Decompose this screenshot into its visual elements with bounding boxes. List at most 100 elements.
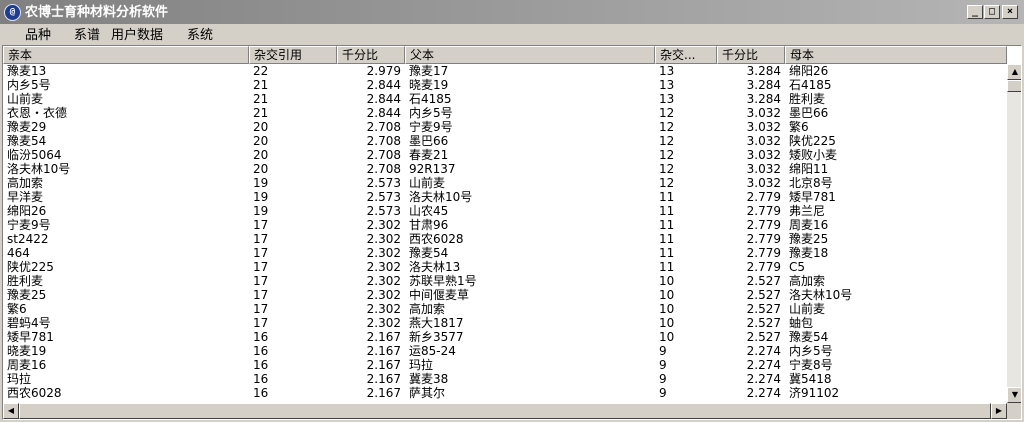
- cell-mother: 绵阳26: [789, 64, 829, 78]
- table-row[interactable]: 绵阳26 19 2.573 山农45 11 2.779 弗兰尼: [3, 204, 1007, 218]
- cell-permille: 2.708: [366, 162, 401, 176]
- cell-father-cross-count: 12: [659, 162, 675, 176]
- cell-father: 高加索: [409, 302, 446, 316]
- cell-permille: 2.167: [366, 372, 401, 386]
- table-row[interactable]: 内乡5号 21 2.844 晓麦19 13 3.284 石4185: [3, 78, 1007, 92]
- cell-father-permille: 3.032: [746, 176, 781, 190]
- cell-permille: 2.302: [366, 260, 401, 274]
- cell-cross-count: 20: [253, 120, 269, 134]
- scroll-up-icon[interactable]: ▲: [1007, 64, 1021, 80]
- cell-father: 92R137: [409, 162, 456, 176]
- cell-father-permille: 2.274: [746, 372, 781, 386]
- cell-father-cross-count: 9: [659, 372, 667, 386]
- horizontal-scrollbar[interactable]: ◀ ▶: [3, 403, 1007, 419]
- table-row[interactable]: 豫麦29 20 2.708 宁麦9号 12 3.032 繁6: [3, 120, 1007, 134]
- cell-father-permille: 2.527: [746, 274, 781, 288]
- cell-parent: 豫麦13: [7, 64, 47, 78]
- close-button[interactable]: ×: [1002, 5, 1018, 19]
- table-row[interactable]: 豫麦25 17 2.302 中间偃麦草 10 2.527 洛夫林10号: [3, 288, 1007, 302]
- cell-cross-count: 16: [253, 386, 269, 400]
- maximize-button[interactable]: □: [984, 5, 1000, 19]
- cell-father: 宁麦9号: [409, 120, 453, 134]
- app-icon[interactable]: @: [4, 4, 21, 21]
- table-row[interactable]: 豫麦54 20 2.708 墨巴66 12 3.032 陕优225: [3, 134, 1007, 148]
- scroll-right-icon[interactable]: ▶: [991, 403, 1007, 419]
- menu-bar: 品种 系谱 用户数据 系统: [0, 25, 1024, 46]
- cell-mother: 山前麦: [789, 302, 826, 316]
- menu-user-data[interactable]: 用户数据: [111, 28, 163, 44]
- cell-permille: 2.844: [366, 106, 401, 120]
- cell-cross-count: 19: [253, 176, 269, 190]
- cell-parent: 洛夫林10号: [7, 162, 71, 176]
- cell-cross-count: 20: [253, 162, 269, 176]
- table-row[interactable]: 临汾5064 20 2.708 春麦21 12 3.032 矮败小麦: [3, 148, 1007, 162]
- cell-permille: 2.708: [366, 120, 401, 134]
- column-header-parent[interactable]: 亲本: [3, 46, 249, 64]
- cell-cross-count: 21: [253, 106, 269, 120]
- column-header-cross-count[interactable]: 杂交引用: [249, 46, 337, 64]
- menu-varieties[interactable]: 品种: [25, 28, 51, 44]
- column-header-father[interactable]: 父本: [405, 46, 655, 64]
- column-header-mother[interactable]: 母本: [785, 46, 1007, 64]
- table-row[interactable]: 宁麦9号 17 2.302 甘肃96 11 2.779 周麦16: [3, 218, 1007, 232]
- title-bar[interactable]: @ 农博士育种材料分析软件 _ □ ×: [0, 0, 1024, 25]
- table-row[interactable]: 胜利麦 17 2.302 苏联早熟1号 10 2.527 高加索: [3, 274, 1007, 288]
- table-row[interactable]: st2422 17 2.302 西农6028 11 2.779 豫麦25: [3, 232, 1007, 246]
- cell-father-cross-count: 9: [659, 386, 667, 400]
- column-header-permille[interactable]: 千分比: [337, 46, 405, 64]
- table-row[interactable]: 西农6028 16 2.167 萨其尔 9 2.274 济91102: [3, 386, 1007, 400]
- scroll-left-icon[interactable]: ◀: [3, 403, 19, 419]
- table-row[interactable]: 陕优225 17 2.302 洛夫林13 11 2.779 C5: [3, 260, 1007, 274]
- vertical-scroll-thumb[interactable]: [1007, 80, 1021, 92]
- scrollbar-corner: [1007, 403, 1021, 419]
- cell-mother: 蚰包: [789, 316, 814, 330]
- column-header-father-cross-count[interactable]: 杂交...: [655, 46, 717, 64]
- table-row[interactable]: 山前麦 21 2.844 石4185 13 3.284 胜利麦: [3, 92, 1007, 106]
- cell-permille: 2.302: [366, 246, 401, 260]
- grid-header: 亲本 杂交引用 千分比 父本 杂交... 千分比 母本: [3, 46, 1007, 64]
- cell-father: 新乡3577: [409, 330, 464, 344]
- scroll-down-icon[interactable]: ▼: [1007, 387, 1021, 403]
- cell-father-cross-count: 12: [659, 176, 675, 190]
- cell-mother: 高加索: [789, 274, 826, 288]
- cell-mother: 宁麦8号: [789, 358, 833, 372]
- menu-pedigree[interactable]: 系谱: [74, 28, 100, 44]
- table-row[interactable]: 早洋麦 19 2.573 洛夫林10号 11 2.779 矮早781: [3, 190, 1007, 204]
- table-row[interactable]: 周麦16 16 2.167 玛拉 9 2.274 宁麦8号: [3, 358, 1007, 372]
- vertical-scrollbar[interactable]: ▲ ▼: [1007, 64, 1021, 403]
- cell-father-cross-count: 13: [659, 92, 675, 106]
- table-row[interactable]: 碧蚂4号 17 2.302 燕大1817 10 2.527 蚰包: [3, 316, 1007, 330]
- horizontal-scroll-thumb[interactable]: [19, 403, 991, 419]
- cell-permille: 2.708: [366, 134, 401, 148]
- cell-parent: 陕优225: [7, 260, 54, 274]
- cell-parent: 胜利麦: [7, 274, 44, 288]
- cell-father: 运85-24: [409, 344, 456, 358]
- table-row[interactable]: 玛拉 16 2.167 冀麦38 9 2.274 冀5418: [3, 372, 1007, 386]
- cell-father: 洛夫林10号: [409, 190, 473, 204]
- cell-father: 冀麦38: [409, 372, 449, 386]
- column-header-father-permille[interactable]: 千分比: [717, 46, 785, 64]
- cell-parent: 西农6028: [7, 386, 62, 400]
- cell-parent: 玛拉: [7, 372, 32, 386]
- cell-parent: 早洋麦: [7, 190, 44, 204]
- table-row[interactable]: 高加索 19 2.573 山前麦 12 3.032 北京8号: [3, 176, 1007, 190]
- cell-father-permille: 2.779: [746, 246, 781, 260]
- table-row[interactable]: 矮早781 16 2.167 新乡3577 10 2.527 豫麦54: [3, 330, 1007, 344]
- table-row[interactable]: 衣恩・衣德 21 2.844 内乡5号 12 3.032 墨巴66: [3, 106, 1007, 120]
- cell-mother: 豫麦54: [789, 330, 829, 344]
- menu-system[interactable]: 系统: [187, 28, 213, 44]
- table-row[interactable]: 豫麦13 22 2.979 豫麦17 13 3.284 绵阳26: [3, 64, 1007, 78]
- cell-parent: 内乡5号: [7, 78, 51, 92]
- cell-father: 内乡5号: [409, 106, 453, 120]
- table-row[interactable]: 晓麦19 16 2.167 运85-24 9 2.274 内乡5号: [3, 344, 1007, 358]
- table-row[interactable]: 464 17 2.302 豫麦54 11 2.779 豫麦18: [3, 246, 1007, 260]
- cell-parent: 豫麦29: [7, 120, 47, 134]
- cell-parent: 矮早781: [7, 330, 54, 344]
- cell-parent: st2422: [7, 232, 49, 246]
- cell-parent: 衣恩・衣德: [7, 106, 68, 120]
- cell-parent: 晓麦19: [7, 344, 47, 358]
- table-row[interactable]: 洛夫林10号 20 2.708 92R137 12 3.032 绵阳11: [3, 162, 1007, 176]
- minimize-button[interactable]: _: [967, 5, 983, 19]
- table-row[interactable]: 繁6 17 2.302 高加索 10 2.527 山前麦: [3, 302, 1007, 316]
- cell-father-permille: 2.274: [746, 386, 781, 400]
